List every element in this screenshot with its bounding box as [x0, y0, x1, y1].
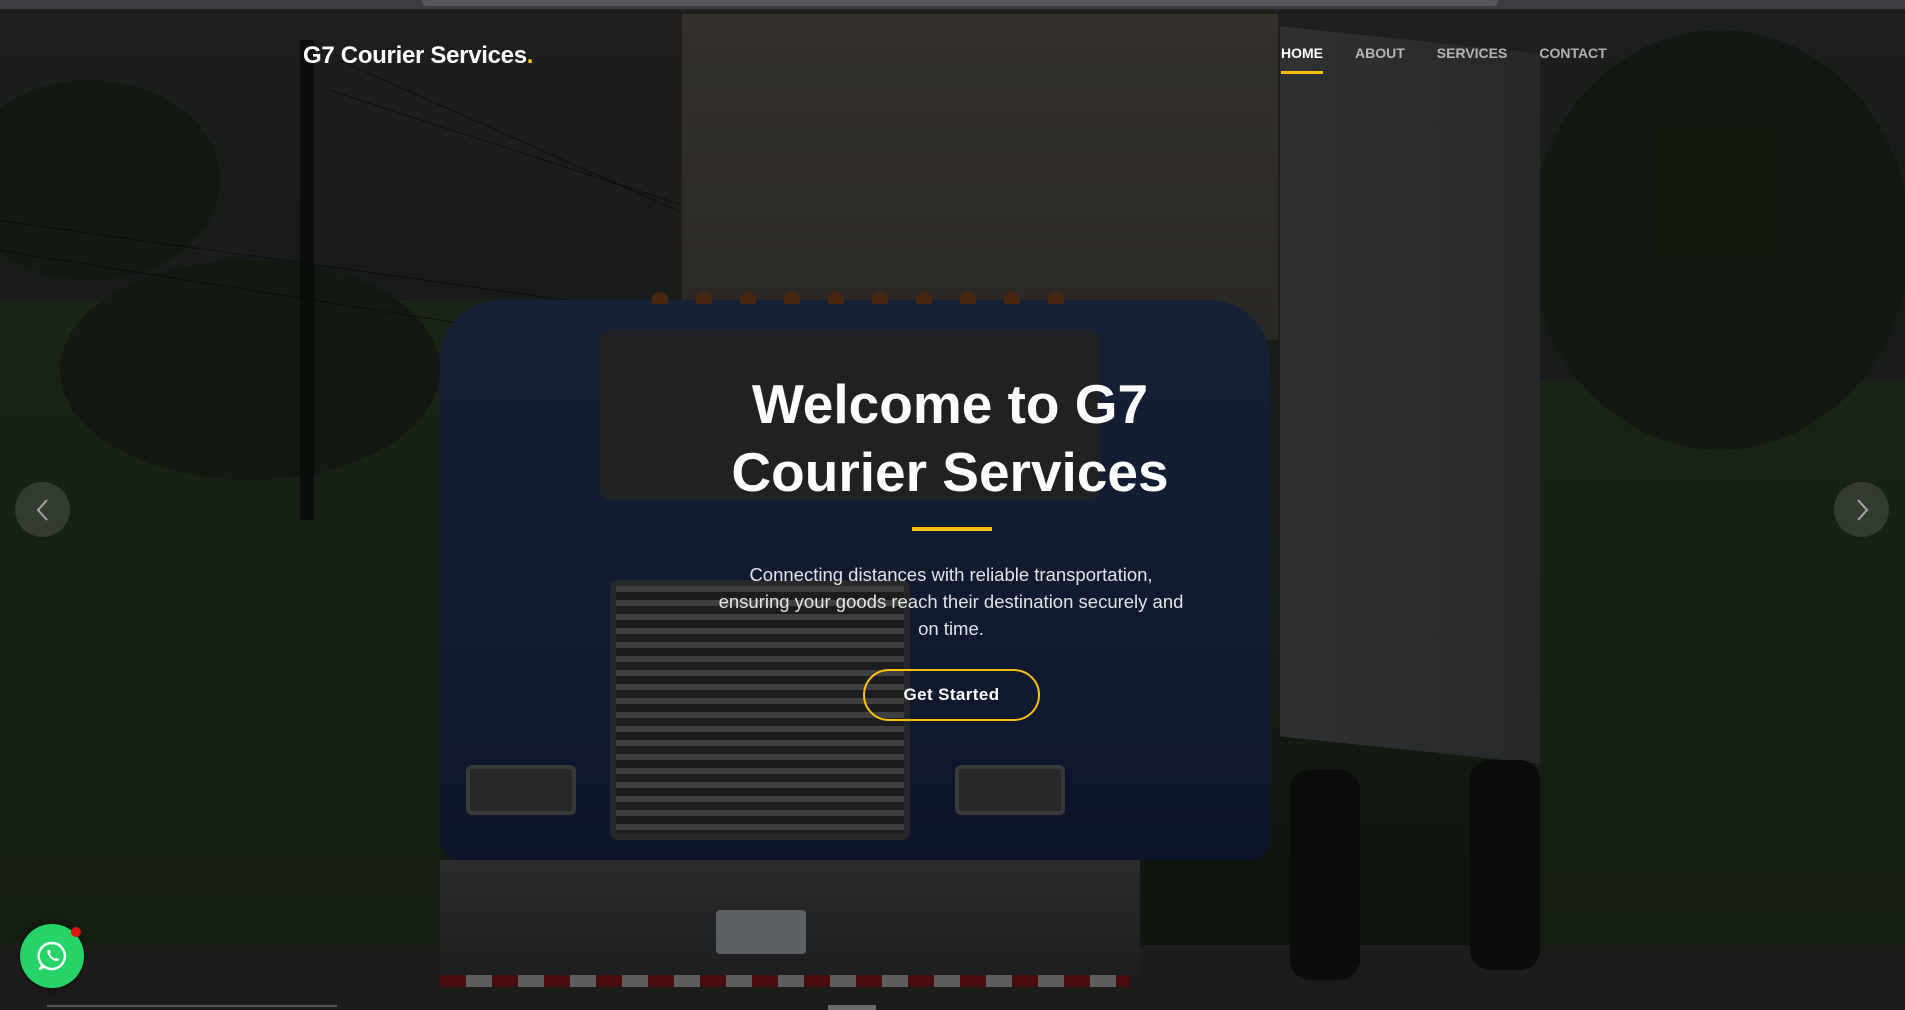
- notification-dot: [71, 927, 81, 937]
- hero-title-line1: Welcome to G7: [751, 373, 1149, 435]
- chevron-left-icon: [36, 498, 48, 521]
- bottom-tab: [828, 1005, 876, 1010]
- carousel-next-button[interactable]: [1834, 482, 1889, 537]
- logo-dot: .: [526, 42, 534, 69]
- browser-bar: [422, 0, 1498, 6]
- nav-home[interactable]: HOME: [1281, 45, 1323, 74]
- hero-title-line2: Courier Services: [731, 441, 1169, 503]
- main-nav: HOME ABOUT SERVICES CONTACT: [1281, 45, 1639, 74]
- site-logo[interactable]: G7 Courier Services.: [303, 42, 533, 70]
- chevron-right-icon: [1856, 498, 1868, 521]
- nav-services[interactable]: SERVICES: [1437, 45, 1508, 74]
- carousel-prev-button[interactable]: [15, 482, 70, 537]
- nav-contact[interactable]: CONTACT: [1539, 45, 1606, 74]
- whatsapp-icon: [37, 941, 67, 971]
- top-strip: [0, 0, 1905, 9]
- hero-description: Connecting distances with reliable trans…: [718, 564, 1184, 639]
- bottom-line: [47, 1005, 337, 1007]
- nav-about[interactable]: ABOUT: [1355, 45, 1405, 74]
- get-started-button[interactable]: Get Started: [863, 669, 1040, 721]
- hero-title: Welcome to G7 Courier Services: [690, 370, 1210, 506]
- title-underline: [912, 527, 992, 531]
- logo-text: G7 Courier Services: [303, 42, 527, 69]
